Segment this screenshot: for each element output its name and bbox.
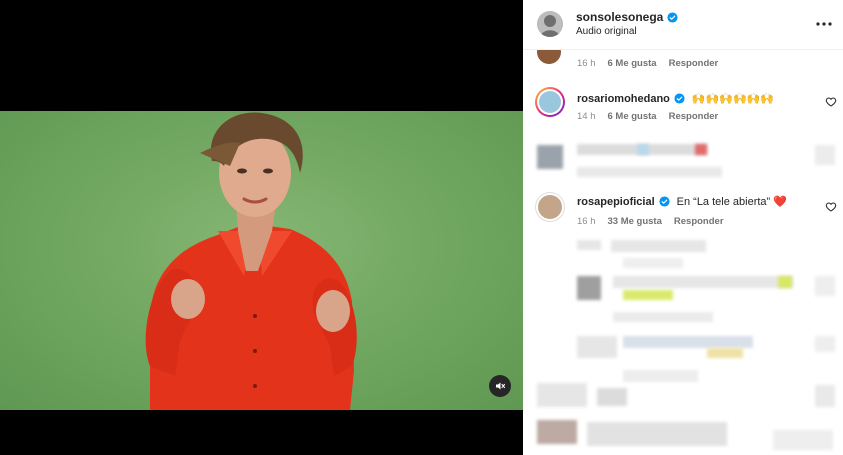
blurred-heart [815, 145, 835, 165]
video-frame[interactable] [0, 111, 523, 410]
blurred-avatar [537, 420, 577, 444]
blurred-line [577, 240, 601, 250]
blurred-avatar [577, 336, 617, 358]
verified-badge-icon [667, 11, 678, 23]
post-header: sonsolesonega Audio original [523, 0, 843, 50]
blurred-avatar [537, 145, 563, 169]
author-username-text[interactable]: sonsolesonega [576, 10, 663, 24]
blurred-avatar [577, 276, 601, 300]
comment-username[interactable]: rosapepioficial [577, 196, 655, 208]
blurred-line [623, 258, 683, 268]
more-options-icon [816, 22, 832, 26]
comment-meta: 16 h 6 Me gusta Responder [577, 58, 718, 69]
blurred-comment-fragment [637, 144, 649, 155]
comment-username[interactable]: rosariomohedano [577, 93, 670, 105]
reply-button[interactable]: Responder [669, 111, 719, 122]
blurred-heart [815, 336, 835, 352]
mute-button[interactable] [489, 375, 511, 397]
comment-body: rosariomohedano 🙌🙌🙌🙌🙌🙌 [577, 92, 775, 106]
verified-badge-icon [659, 196, 670, 207]
blurred-fragment [623, 290, 673, 300]
reply-button[interactable]: Responder [669, 58, 719, 69]
video-still [145, 112, 357, 410]
blurred-line [587, 422, 727, 446]
comment-text: 🙌🙌🙌🙌🙌🙌 [691, 93, 775, 105]
blurred-line [623, 370, 698, 382]
comment-avatar-story-ring[interactable] [535, 87, 565, 117]
blurred-heart [815, 276, 835, 296]
more-options-button[interactable] [812, 14, 836, 34]
author-username[interactable]: sonsolesonega [576, 10, 678, 24]
blurred-comment-line [577, 167, 722, 177]
mute-icon [496, 382, 506, 390]
blurred-line [623, 336, 753, 348]
post-side-panel: sonsolesonega Audio original 16 h 6 Me g… [523, 0, 843, 455]
audio-label[interactable]: Audio original [576, 26, 637, 37]
comment-time: 16 h [577, 216, 596, 227]
comment-likes[interactable]: 6 Me gusta [608, 111, 657, 122]
blurred-fragment [707, 348, 743, 358]
blurred-line [613, 276, 793, 288]
blurred-line [611, 240, 706, 252]
like-heart-icon[interactable] [825, 96, 837, 108]
like-heart-icon[interactable] [825, 201, 837, 213]
blurred-heart [815, 385, 835, 407]
verified-badge-icon [674, 93, 685, 104]
comment-text: En “La tele abierta” ❤️ [676, 196, 787, 208]
comment-body: rosapepioficial En “La tele abierta” ❤️ [577, 195, 787, 209]
blurred-line [773, 430, 833, 450]
reply-button[interactable]: Responder [674, 216, 724, 227]
author-avatar[interactable] [537, 11, 563, 37]
video-player[interactable] [0, 0, 523, 455]
comment-avatar[interactable] [536, 193, 564, 221]
comment-time: 16 h [577, 58, 596, 69]
comment-time: 14 h [577, 111, 596, 122]
comment-likes[interactable]: 6 Me gusta [608, 58, 657, 69]
comment-meta: 16 h 33 Me gusta Responder [577, 216, 724, 227]
blurred-fragment [778, 276, 792, 288]
blurred-line [613, 312, 713, 322]
blurred-line [597, 388, 627, 406]
comment-meta: 14 h 6 Me gusta Responder [577, 111, 718, 122]
comment-likes[interactable]: 33 Me gusta [608, 216, 662, 227]
blurred-comment-fragment [695, 144, 707, 155]
blurred-avatar [537, 383, 587, 407]
